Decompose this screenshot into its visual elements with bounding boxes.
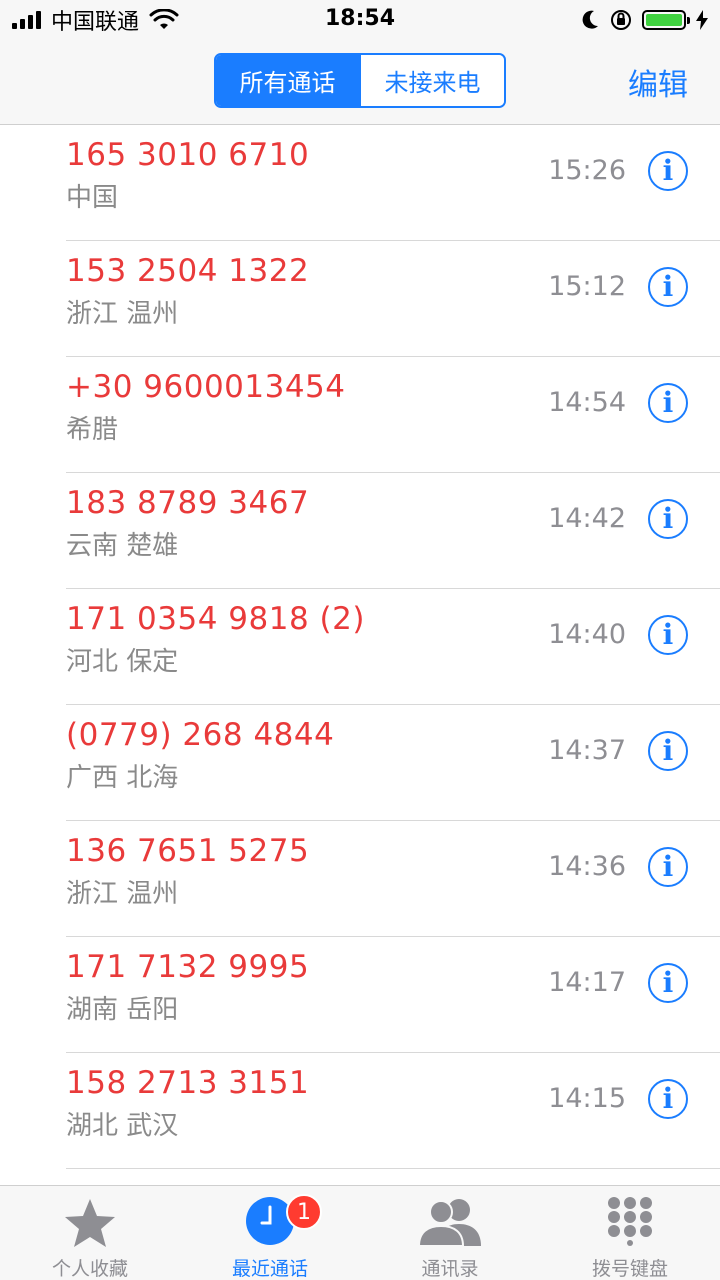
call-location: 希腊 — [66, 415, 119, 445]
call-location: 湖北 武汉 — [66, 1111, 179, 1141]
call-time: 15:12 — [548, 271, 626, 302]
call-row[interactable]: 153 2504 1322 浙江 温州 15:12 i — [0, 241, 720, 357]
tab-recents[interactable]: 1 最近通话 — [180, 1186, 360, 1280]
call-time: 14:54 — [548, 387, 626, 418]
call-row[interactable]: 171 0354 9818 (2) 河北 保定 14:40 i — [0, 589, 720, 705]
moon-icon — [582, 10, 598, 29]
call-number: 136 7651 5275 — [66, 833, 310, 869]
call-row[interactable]: 183 8789 3467 云南 楚雄 14:42 i — [0, 473, 720, 589]
info-icon[interactable]: i — [648, 1079, 688, 1119]
battery-icon — [642, 10, 690, 30]
tab-label: 通讯录 — [421, 1258, 479, 1280]
segment-missed-calls[interactable]: 未接来电 — [359, 55, 504, 106]
call-number: 153 2504 1322 — [66, 253, 310, 289]
tab-label: 拨号键盘 — [591, 1258, 668, 1280]
call-time: 14:40 — [548, 619, 626, 650]
call-location: 浙江 温州 — [66, 879, 179, 909]
status-bar: 中国联通 18:54 — [0, 0, 720, 40]
call-time: 14:42 — [548, 503, 626, 534]
call-number: 183 8789 3467 — [66, 485, 310, 521]
info-icon[interactable]: i — [648, 963, 688, 1003]
info-icon[interactable]: i — [648, 615, 688, 655]
row-separator — [66, 1168, 720, 1169]
info-icon[interactable]: i — [648, 267, 688, 307]
call-number: 165 3010 6710 — [66, 137, 310, 173]
phone-recents-screen: 中国联通 18:54 所有通话 未接来电 编辑 165 3010 6710 中国… — [0, 0, 720, 1280]
info-icon[interactable]: i — [648, 499, 688, 539]
call-time: 14:15 — [548, 1083, 626, 1114]
call-number: 171 7132 9995 — [66, 949, 310, 985]
call-row[interactable]: 165 3010 6710 中国 15:26 i — [0, 125, 720, 241]
recent-calls-list: 165 3010 6710 中国 15:26 i 153 2504 1322 浙… — [0, 125, 720, 1169]
call-row[interactable]: 136 7651 5275 浙江 温州 14:36 i — [0, 821, 720, 937]
call-time: 14:37 — [548, 735, 626, 766]
call-row[interactable]: +30 9600013454 希腊 14:54 i — [0, 357, 720, 473]
tab-contacts[interactable]: 通讯录 — [360, 1186, 540, 1280]
charging-bolt-icon — [696, 10, 708, 30]
call-location: 湖南 岳阳 — [66, 995, 179, 1025]
call-location: 广西 北海 — [66, 763, 179, 793]
call-row[interactable]: (0779) 268 4844 广西 北海 14:37 i — [0, 705, 720, 821]
call-time: 14:36 — [548, 851, 626, 882]
calls-filter-segmented-control: 所有通话 未接来电 — [214, 53, 506, 108]
info-icon[interactable]: i — [648, 731, 688, 771]
call-row[interactable]: 158 2713 3151 湖北 武汉 14:15 i — [0, 1053, 720, 1169]
call-location: 河北 保定 — [66, 647, 179, 677]
call-number: 171 0354 9818 (2) — [66, 601, 365, 637]
navigation-bar: 所有通话 未接来电 编辑 — [0, 40, 720, 125]
status-right — [580, 6, 708, 34]
call-number: 158 2713 3151 — [66, 1065, 310, 1101]
orientation-lock-icon — [611, 10, 631, 30]
call-location: 浙江 温州 — [66, 299, 179, 329]
tab-favorites[interactable]: 个人收藏 — [0, 1186, 180, 1280]
call-time: 15:26 — [548, 155, 626, 186]
edit-button[interactable]: 编辑 — [628, 60, 688, 104]
call-location: 云南 楚雄 — [66, 531, 179, 561]
tab-label: 个人收藏 — [51, 1258, 128, 1280]
segment-all-calls[interactable]: 所有通话 — [216, 55, 359, 106]
call-number: (0779) 268 4844 — [66, 717, 335, 753]
call-number: +30 9600013454 — [66, 369, 346, 405]
tab-label: 最近通话 — [231, 1258, 308, 1280]
contacts-icon — [417, 1199, 481, 1247]
call-location: 中国 — [66, 183, 119, 213]
info-icon[interactable]: i — [648, 847, 688, 887]
call-time: 14:17 — [548, 967, 626, 998]
missed-calls-badge: 1 — [286, 1194, 322, 1230]
info-icon[interactable]: i — [648, 383, 688, 423]
star-icon — [65, 1199, 115, 1247]
call-row[interactable]: 171 7132 9995 湖南 岳阳 14:17 i — [0, 937, 720, 1053]
keypad-icon — [608, 1197, 652, 1246]
info-icon[interactable]: i — [648, 151, 688, 191]
tab-keypad[interactable]: 拨号键盘 — [540, 1186, 720, 1280]
tab-bar: 个人收藏 1 最近通话 通讯录 拨号键盘 — [0, 1185, 720, 1280]
